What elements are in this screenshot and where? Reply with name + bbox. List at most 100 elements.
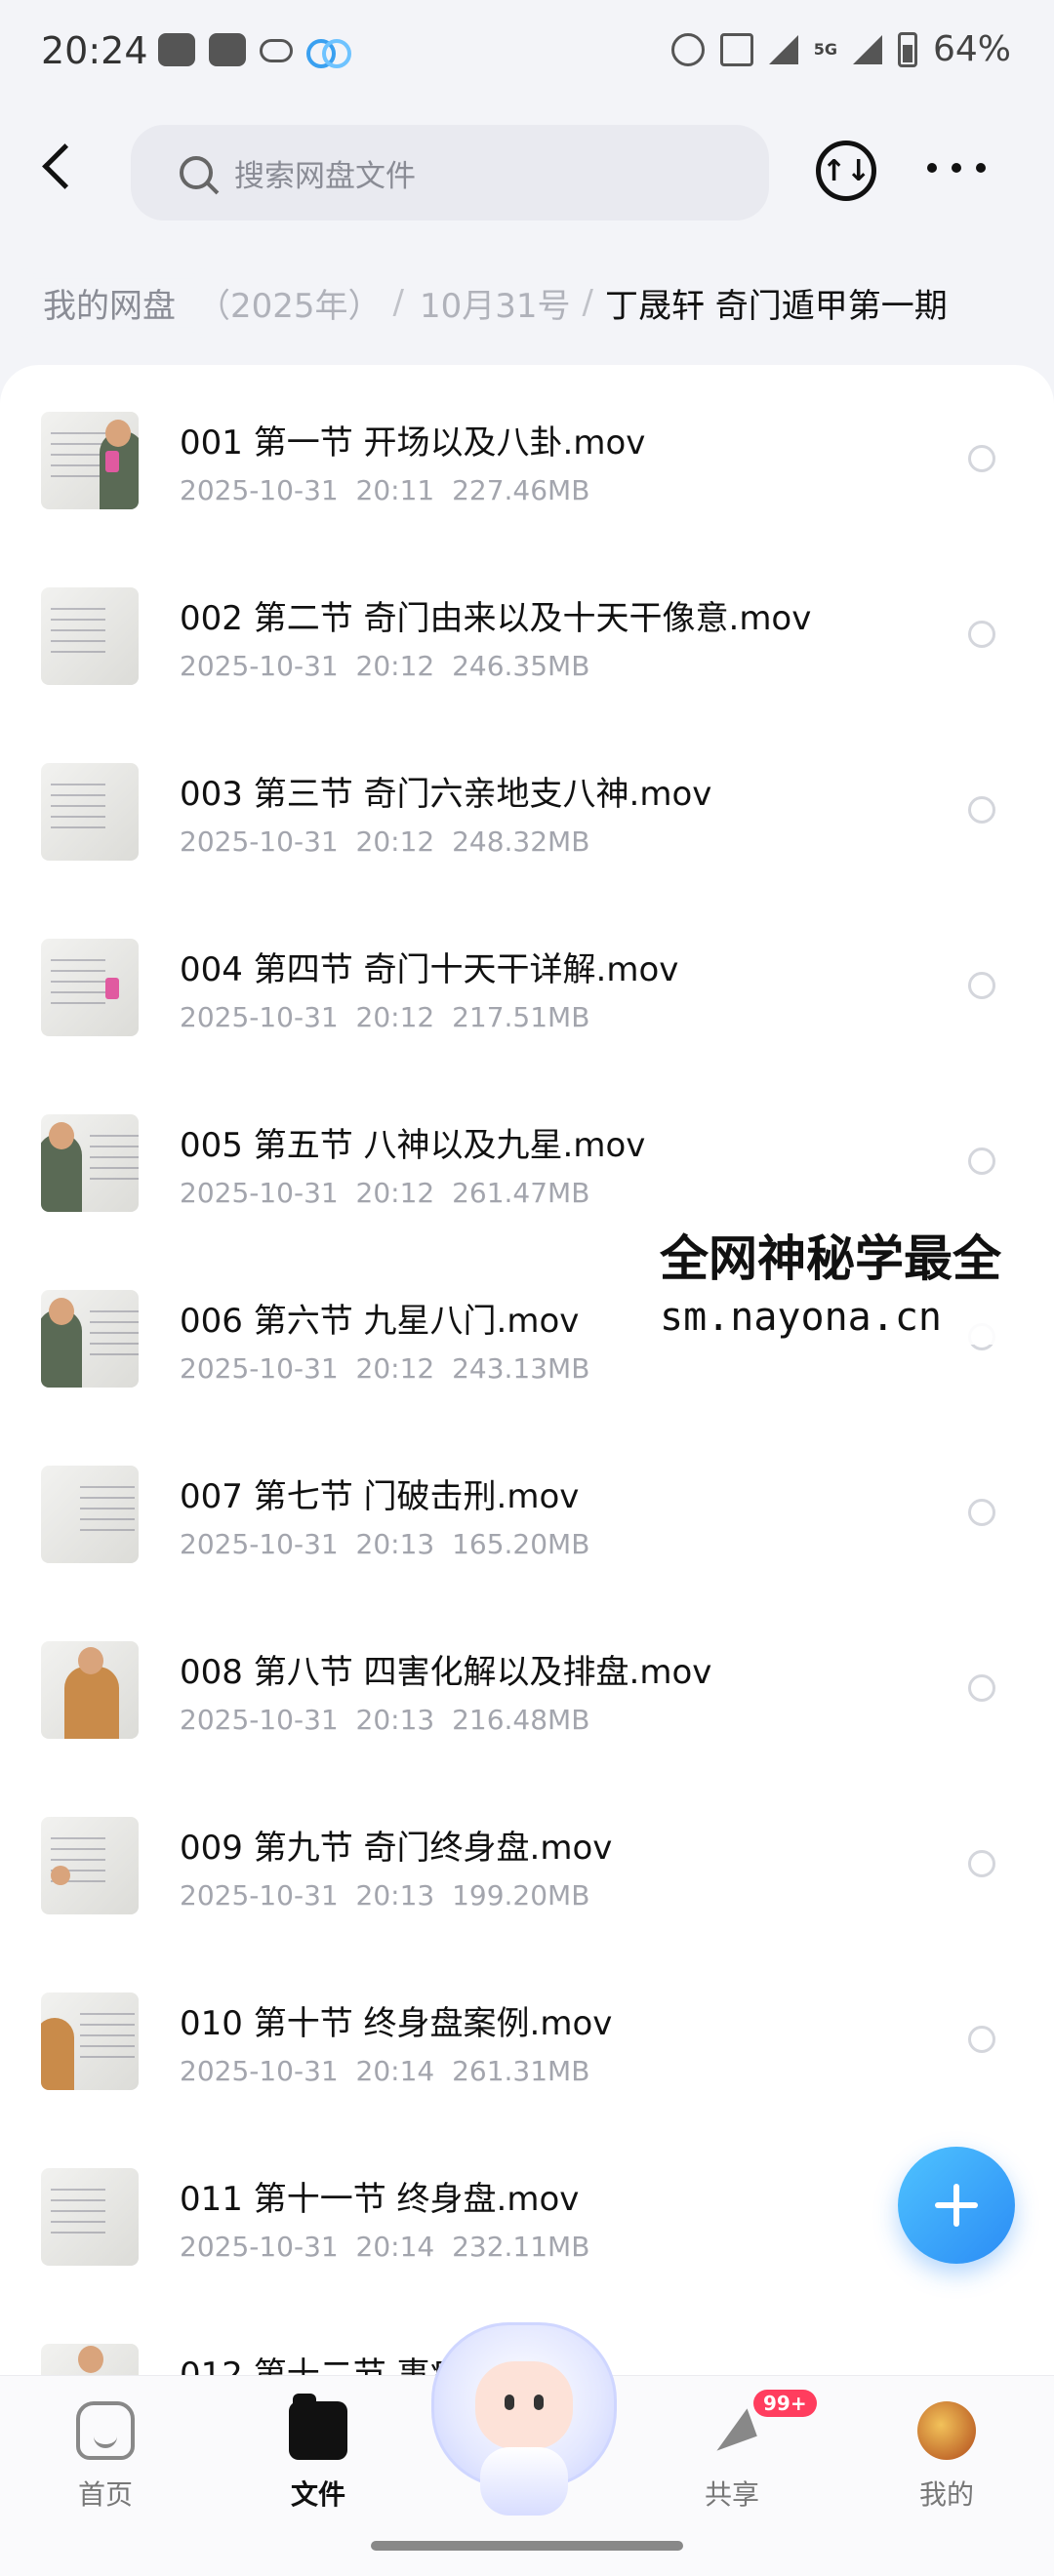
file-date: 2025-10-31 (180, 650, 339, 682)
file-name: 010 第十节 终身盘案例.mov (180, 2004, 613, 2043)
file-time: 20:14 (355, 2231, 435, 2263)
nav-home-label: 首页 (77, 2478, 133, 2511)
file-date: 2025-10-31 (180, 474, 339, 506)
watermark-url: sm.nayona.cn (660, 1295, 942, 1340)
file-name: 004 第四节 奇门十天干详解.mov (180, 950, 679, 989)
file-time: 20:13 (355, 1704, 435, 1736)
video-thumbnail (41, 1466, 139, 1563)
file-name: 003 第三节 奇门六亲地支八神.mov (180, 775, 712, 814)
status-time: 20:24 (41, 29, 148, 72)
nav-me[interactable]: 我的 (878, 2392, 1015, 2538)
more-icon[interactable] (927, 148, 986, 187)
breadcrumb-separator: / (582, 283, 593, 322)
file-list: 001 第一节 开场以及八卦.mov 2025-10-31 20:11 227.… (0, 365, 1054, 2375)
file-row[interactable]: 011 第十一节 终身盘.mov 2025-10-31 20:14 232.11… (0, 2121, 1054, 2297)
file-size: 261.31MB (452, 2055, 590, 2087)
watermark: 全网神秘学最全 sm.nayona.cn (660, 1228, 1054, 1345)
file-name: 002 第二节 奇门由来以及十天干像意.mov (180, 599, 812, 638)
file-meta: 2025-10-31 20:12 261.47MB (180, 1177, 589, 1209)
netdisk-app-icon (306, 33, 351, 68)
file-name: 007 第七节 门破击刑.mov (180, 1477, 580, 1516)
file-row[interactable]: 009 第九节 奇门终身盘.mov 2025-10-31 20:13 199.2… (0, 1770, 1054, 1946)
cloud-icon (260, 39, 293, 62)
breadcrumb: 我的网盘 （2025年） / 10月31号 / 丁晟轩 奇门遁甲第一期 (0, 263, 1054, 342)
search-placeholder: 搜索网盘文件 (234, 158, 416, 194)
file-size: 216.48MB (452, 1704, 590, 1736)
file-time: 20:14 (355, 2055, 435, 2087)
file-meta: 2025-10-31 20:13 165.20MB (180, 1528, 589, 1560)
nav-files[interactable]: 文件 (250, 2392, 386, 2538)
breadcrumb-segment-year[interactable]: （2025年） (197, 279, 382, 327)
add-button[interactable] (898, 2147, 1015, 2264)
file-row[interactable]: 002 第二节 奇门由来以及十天干像意.mov 2025-10-31 20:12… (0, 541, 1054, 716)
file-meta: 2025-10-31 20:13 199.20MB (180, 1879, 589, 1912)
file-row[interactable]: 003 第三节 奇门六亲地支八神.mov 2025-10-31 20:12 24… (0, 716, 1054, 892)
notification-icons (158, 33, 351, 68)
file-name: 005 第五节 八神以及九星.mov (180, 1126, 646, 1165)
battery-level: 64% (932, 29, 1011, 69)
avatar (917, 2401, 976, 2460)
breadcrumb-current: 丁晟轩 奇门遁甲第一期 (605, 286, 948, 326)
status-indicators: 5G 64% (670, 29, 1011, 69)
status-bar: 20:24 5G 64% (0, 0, 1054, 109)
back-icon[interactable] (29, 139, 88, 197)
network-type: 5G (813, 39, 837, 59)
file-row[interactable]: 010 第十节 终身盘案例.mov 2025-10-31 20:14 261.3… (0, 1946, 1054, 2121)
breadcrumb-root[interactable]: 我的网盘 (0, 278, 193, 327)
file-row[interactable]: 008 第八节 四害化解以及排盘.mov 2025-10-31 20:13 21… (0, 1594, 1054, 1770)
video-thumbnail (41, 2344, 139, 2375)
select-checkbox[interactable] (968, 972, 995, 999)
search-input[interactable]: 搜索网盘文件 (131, 125, 769, 221)
battery-icon (897, 31, 917, 67)
file-size: 217.51MB (452, 1001, 590, 1033)
file-row[interactable]: 004 第四节 奇门十天干详解.mov 2025-10-31 20:12 217… (0, 892, 1054, 1067)
select-checkbox[interactable] (968, 1147, 995, 1175)
select-checkbox[interactable] (968, 2026, 995, 2053)
wifi-icon (768, 34, 798, 64)
file-size: 243.13MB (452, 1352, 590, 1385)
select-checkbox[interactable] (968, 445, 995, 472)
file-meta: 2025-10-31 20:14 232.11MB (180, 2231, 589, 2263)
video-thumbnail (41, 412, 139, 509)
file-name: 009 第九节 奇门终身盘.mov (180, 1829, 613, 1868)
home-indicator[interactable] (371, 2541, 683, 2551)
file-meta: 2025-10-31 20:12 217.51MB (180, 1001, 589, 1033)
nfc-icon (719, 32, 753, 66)
video-thumbnail (41, 763, 139, 861)
video-thumbnail (41, 2168, 139, 2266)
breadcrumb-segment-date[interactable]: 10月31号 (420, 279, 571, 327)
select-checkbox[interactable] (968, 1850, 995, 1877)
mascot-face-icon (475, 2361, 573, 2449)
file-row[interactable]: 001 第一节 开场以及八卦.mov 2025-10-31 20:11 227.… (0, 365, 1054, 541)
file-date: 2025-10-31 (180, 2055, 339, 2087)
video-thumbnail (41, 1290, 139, 1388)
video-thumbnail (41, 1817, 139, 1914)
folder-icon (289, 2394, 347, 2460)
alarm-icon (670, 32, 705, 66)
select-checkbox[interactable] (968, 621, 995, 648)
file-time: 20:12 (355, 1001, 435, 1033)
select-checkbox[interactable] (968, 1499, 995, 1526)
file-size: 232.11MB (452, 2231, 590, 2263)
file-date: 2025-10-31 (180, 2231, 339, 2263)
nav-home[interactable]: 首页 (37, 2392, 174, 2538)
file-row[interactable]: 007 第七节 门破击刑.mov 2025-10-31 20:13 165.20… (0, 1419, 1054, 1594)
transfer-icon[interactable]: ↑↓ (816, 141, 876, 201)
select-checkbox[interactable] (968, 796, 995, 824)
file-row[interactable]: 005 第五节 八神以及九星.mov 2025-10-31 20:12 261.… (0, 1067, 1054, 1243)
nav-share[interactable]: 99+ 共享 (664, 2390, 817, 2538)
file-time: 20:13 (355, 1528, 435, 1560)
file-size: 165.20MB (452, 1528, 590, 1560)
breadcrumb-separator: / (392, 283, 404, 322)
select-checkbox[interactable] (968, 1674, 995, 1702)
file-date: 2025-10-31 (180, 1352, 339, 1385)
video-thumbnail (41, 939, 139, 1036)
paper-plane-icon (703, 2401, 761, 2460)
file-date: 2025-10-31 (180, 1177, 339, 1209)
assistant-mascot-button[interactable] (431, 2322, 617, 2517)
file-name: 011 第十一节 终身盘.mov (180, 2180, 580, 2219)
file-time: 20:12 (355, 650, 435, 682)
file-size: 261.47MB (452, 1177, 590, 1209)
file-meta: 2025-10-31 20:12 248.32MB (180, 825, 589, 858)
video-thumbnail (41, 587, 139, 685)
